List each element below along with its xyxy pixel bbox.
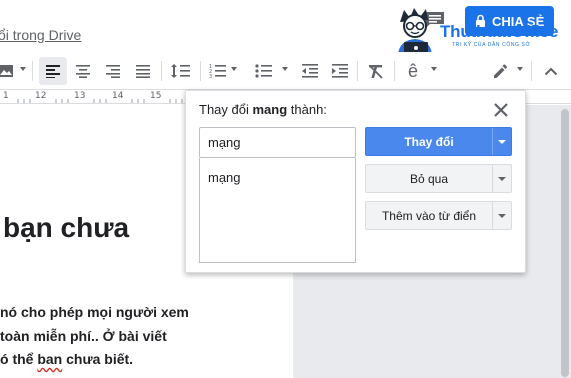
line-spacing-icon xyxy=(171,64,190,78)
logo-title: ThuthuatOffice xyxy=(440,22,559,41)
chevron-down-icon xyxy=(231,67,237,71)
input-tools-icon: ê xyxy=(407,60,418,81)
paragraph-line: ó thể ban chưa biết. xyxy=(0,351,133,367)
align-center-button[interactable] xyxy=(69,57,97,85)
toolbar-divider xyxy=(531,61,532,81)
add-to-dictionary-button[interactable]: Thêm vào từ điển xyxy=(366,202,492,229)
change-button[interactable]: Thay đổi xyxy=(366,128,492,155)
align-right-icon xyxy=(106,65,120,78)
numbered-list-button[interactable]: 1 2 3 xyxy=(206,57,230,85)
collapse-menus-button[interactable] xyxy=(538,57,564,85)
thuthuatoffice-logo: ThuthuatOffice TRI KỶ CỦA DÂN CÔNG SỞ xyxy=(390,4,570,56)
decrease-indent-icon xyxy=(302,64,318,78)
drive-status-link[interactable]: ổi trong Drive xyxy=(0,27,81,43)
ignore-options-dropdown[interactable] xyxy=(492,165,511,192)
ruler-label: 12 xyxy=(35,91,47,101)
ruler-label: 15 xyxy=(150,91,162,101)
align-left-button[interactable] xyxy=(39,57,67,85)
toolbar-divider xyxy=(200,61,201,81)
chevron-down-icon xyxy=(498,176,506,181)
align-center-icon xyxy=(76,65,90,78)
image-icon xyxy=(0,65,13,77)
bulleted-list-icon xyxy=(255,64,272,78)
vertical-scrollbar[interactable] xyxy=(559,105,571,378)
logo-tagline: TRI KỶ CỦA DÂN CÔNG SỞ xyxy=(452,42,531,48)
chevron-up-icon xyxy=(544,67,558,76)
dialog-title-prefix: Thay đổi xyxy=(199,102,253,117)
increase-indent-button[interactable] xyxy=(327,57,353,85)
dialog-title: Thay đổi mang thành: xyxy=(199,102,327,117)
misspelled-word[interactable]: ban xyxy=(37,351,62,367)
close-icon xyxy=(494,103,508,117)
spell-check-dialog: Thay đổi mang thành: mạng mạng Thay đổi … xyxy=(185,90,526,273)
change-options-dropdown[interactable] xyxy=(492,128,511,155)
ruler-label: 14 xyxy=(112,91,124,101)
chevron-down-icon xyxy=(498,213,506,218)
ruler-label: 13 xyxy=(74,91,86,101)
formatting-toolbar: 1 2 3 ê xyxy=(0,52,571,90)
paragraph-line: nó cho phép mọi người xem xyxy=(0,304,189,320)
align-left-icon xyxy=(46,65,60,78)
document-heading: bạn chưa xyxy=(3,212,130,243)
paragraph-text: chưa biết. xyxy=(62,351,134,367)
add-to-dictionary-group: Thêm vào từ điển xyxy=(365,201,512,230)
toolbar-divider xyxy=(32,61,33,81)
pencil-icon xyxy=(494,64,507,78)
numbered-list-icon: 1 2 3 xyxy=(209,64,226,79)
editing-mode-button[interactable] xyxy=(489,57,513,85)
toolbar-divider xyxy=(161,61,162,81)
change-button-group: Thay đổi xyxy=(365,127,512,156)
chevron-down-icon xyxy=(20,67,26,71)
dialog-title-suffix: thành: xyxy=(287,102,327,117)
chevron-down-icon xyxy=(282,67,288,71)
paragraph-line: toàn miễn phí.. Ở bài viết xyxy=(0,328,167,344)
close-dialog-button[interactable] xyxy=(491,100,511,120)
chevron-down-icon xyxy=(431,67,437,71)
align-justify-button[interactable] xyxy=(129,57,157,85)
increase-indent-icon xyxy=(332,64,348,78)
clear-formatting-button[interactable] xyxy=(363,57,389,85)
scroll-thumb[interactable] xyxy=(561,109,569,377)
chevron-down-icon xyxy=(498,139,506,144)
header-bar: ổi trong Drive CHIA SẺ ThuthuatOffice TR… xyxy=(0,0,571,54)
google-docs-window: ổi trong Drive CHIA SẺ ThuthuatOffice TR… xyxy=(0,0,571,378)
chevron-down-icon xyxy=(517,67,523,71)
toolbar-divider xyxy=(357,61,358,81)
ruler-label: 1 xyxy=(3,91,9,101)
svg-text:3: 3 xyxy=(209,74,212,79)
align-right-button[interactable] xyxy=(99,57,127,85)
decrease-indent-button[interactable] xyxy=(297,57,323,85)
replacement-input[interactable]: mạng xyxy=(199,127,356,158)
line-spacing-button[interactable] xyxy=(167,57,195,85)
suggestions-list: mạng xyxy=(199,158,356,263)
misspelled-word-label: mang xyxy=(252,102,288,117)
clear-formatting-icon xyxy=(369,65,383,79)
align-justify-icon xyxy=(136,65,150,78)
dictionary-options-dropdown[interactable] xyxy=(492,202,511,229)
ignore-button[interactable]: Bỏ qua xyxy=(366,165,492,192)
suggestion-item[interactable]: mạng xyxy=(208,170,347,185)
ignore-button-group: Bỏ qua xyxy=(365,164,512,193)
toolbar-divider xyxy=(394,61,395,81)
input-tools-button[interactable]: ê xyxy=(400,57,426,85)
paragraph-text: ó thể xyxy=(0,351,38,367)
insert-image-button[interactable] xyxy=(0,57,18,85)
bulleted-list-button[interactable] xyxy=(252,57,276,85)
